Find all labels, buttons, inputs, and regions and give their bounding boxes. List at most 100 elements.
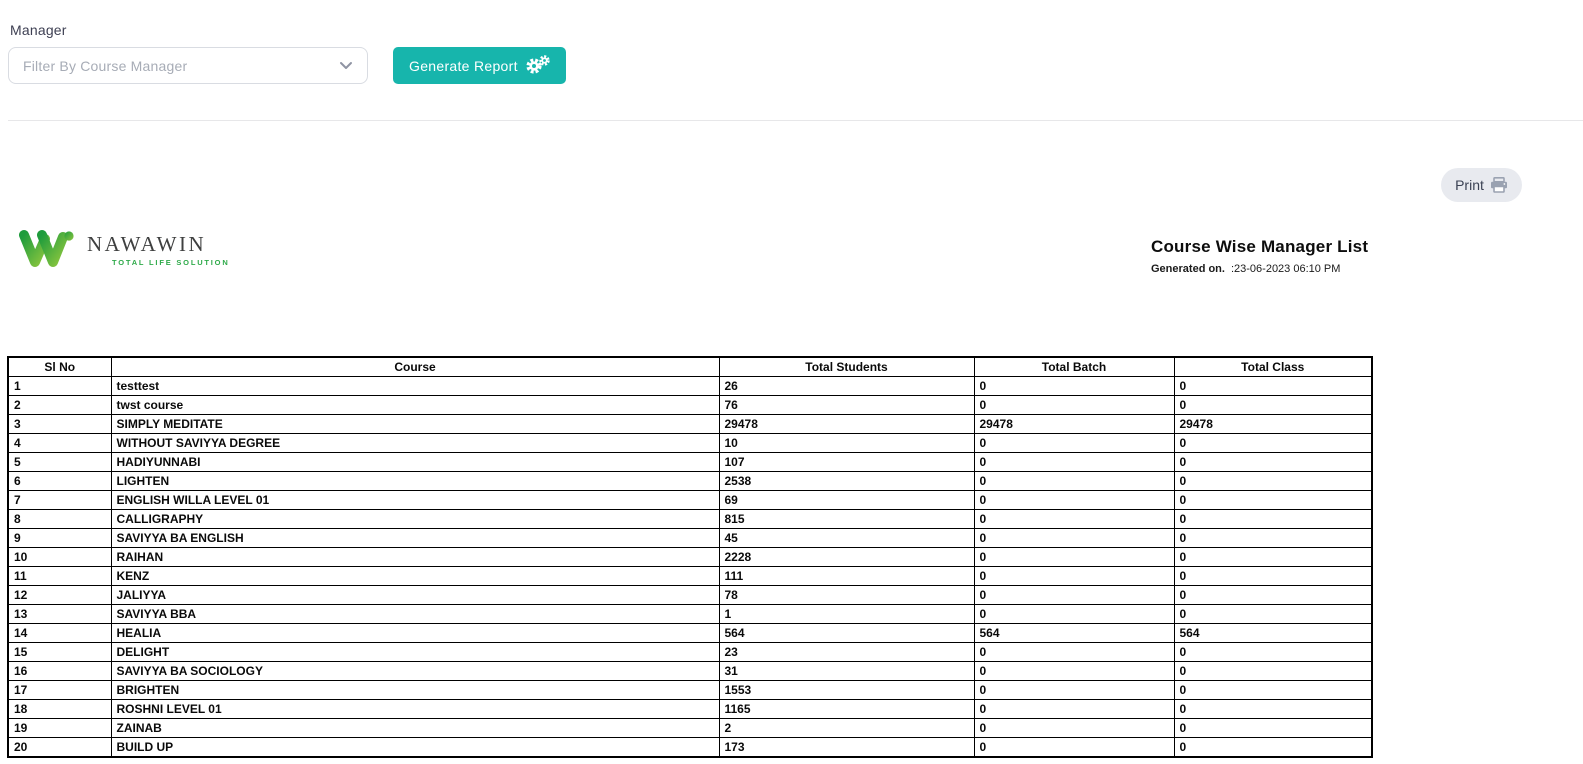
cell-sl-no: 13 [8, 605, 111, 624]
cell-sl-no: 10 [8, 548, 111, 567]
report-table-container: Sl No Course Total Students Total Batch … [7, 356, 1371, 758]
cell-total-batch: 0 [974, 396, 1174, 415]
cell-course: WITHOUT SAVIYYA DEGREE [111, 434, 719, 453]
table-row: 11KENZ11100 [8, 567, 1372, 586]
cell-total-class: 0 [1174, 396, 1372, 415]
table-row: 13SAVIYYA BBA100 [8, 605, 1372, 624]
course-manager-select[interactable]: Filter By Course Manager [8, 47, 368, 84]
cell-total-students: 2538 [719, 472, 974, 491]
manager-filter-label: Manager [10, 22, 67, 38]
cell-sl-no: 7 [8, 491, 111, 510]
print-button[interactable]: Print [1441, 168, 1522, 202]
cell-sl-no: 16 [8, 662, 111, 681]
generated-on-value: :23-06-2023 06:10 PM [1231, 263, 1340, 275]
cell-course: SAVIYYA BA SOCIOLOGY [111, 662, 719, 681]
table-row: 5HADIYUNNABI10700 [8, 453, 1372, 472]
cell-sl-no: 20 [8, 738, 111, 758]
cell-course: ROSHNI LEVEL 01 [111, 700, 719, 719]
cell-total-class: 0 [1174, 434, 1372, 453]
cell-course: RAIHAN [111, 548, 719, 567]
generate-report-button[interactable]: Generate Report [393, 47, 566, 84]
cell-total-students: 26 [719, 377, 974, 396]
course-wise-manager-table: Sl No Course Total Students Total Batch … [7, 356, 1373, 758]
header-sl-no: Sl No [8, 357, 111, 377]
table-row: 10RAIHAN222800 [8, 548, 1372, 567]
cell-course: ZAINAB [111, 719, 719, 738]
cell-sl-no: 8 [8, 510, 111, 529]
cell-total-batch: 0 [974, 586, 1174, 605]
course-manager-select-placeholder: Filter By Course Manager [23, 58, 187, 74]
cell-total-batch: 0 [974, 510, 1174, 529]
cell-course: ENGLISH WILLA LEVEL 01 [111, 491, 719, 510]
table-row: 20BUILD UP17300 [8, 738, 1372, 758]
table-row: 15DELIGHT2300 [8, 643, 1372, 662]
cell-total-batch: 0 [974, 681, 1174, 700]
generate-report-label: Generate Report [409, 58, 518, 74]
cell-total-students: 45 [719, 529, 974, 548]
cell-sl-no: 4 [8, 434, 111, 453]
cell-total-class: 0 [1174, 567, 1372, 586]
cell-sl-no: 9 [8, 529, 111, 548]
cell-total-batch: 0 [974, 491, 1174, 510]
cell-total-class: 0 [1174, 529, 1372, 548]
table-row: 3SIMPLY MEDITATE294782947829478 [8, 415, 1372, 434]
cell-sl-no: 2 [8, 396, 111, 415]
cell-total-class: 0 [1174, 586, 1372, 605]
cell-sl-no: 19 [8, 719, 111, 738]
report-title: Course Wise Manager List [1151, 237, 1368, 257]
cell-total-class: 0 [1174, 491, 1372, 510]
cell-sl-no: 14 [8, 624, 111, 643]
cell-total-batch: 0 [974, 605, 1174, 624]
table-row: 8CALLIGRAPHY81500 [8, 510, 1372, 529]
cell-course: BRIGHTEN [111, 681, 719, 700]
cell-course: HADIYUNNABI [111, 453, 719, 472]
header-total-students: Total Students [719, 357, 974, 377]
cell-total-students: 1553 [719, 681, 974, 700]
header-course: Course [111, 357, 719, 377]
table-row: 18ROSHNI LEVEL 01116500 [8, 700, 1372, 719]
cell-sl-no: 18 [8, 700, 111, 719]
cell-sl-no: 11 [8, 567, 111, 586]
section-divider [8, 120, 1583, 121]
cell-course: testtest [111, 377, 719, 396]
cell-total-students: 815 [719, 510, 974, 529]
cell-sl-no: 17 [8, 681, 111, 700]
cell-total-batch: 564 [974, 624, 1174, 643]
cell-total-students: 23 [719, 643, 974, 662]
cell-total-class: 0 [1174, 719, 1372, 738]
chevron-down-icon [339, 61, 353, 70]
table-row: 4WITHOUT SAVIYYA DEGREE1000 [8, 434, 1372, 453]
cell-total-class: 0 [1174, 738, 1372, 758]
cell-course: SAVIYYA BBA [111, 605, 719, 624]
cell-total-class: 0 [1174, 453, 1372, 472]
table-row: 16SAVIYYA BA SOCIOLOGY3100 [8, 662, 1372, 681]
cell-total-students: 76 [719, 396, 974, 415]
cell-total-batch: 0 [974, 377, 1174, 396]
report-table-body: 1testtest26002twst course76003SIMPLY MED… [8, 377, 1372, 758]
cell-total-batch: 0 [974, 700, 1174, 719]
table-header-row: Sl No Course Total Students Total Batch … [8, 357, 1372, 377]
cell-course: BUILD UP [111, 738, 719, 758]
table-row: 7ENGLISH WILLA LEVEL 016900 [8, 491, 1372, 510]
cell-course: JALIYYA [111, 586, 719, 605]
generated-on-line: Generated on. :23-06-2023 06:10 PM [1151, 263, 1368, 275]
cell-course: KENZ [111, 567, 719, 586]
table-row: 17BRIGHTEN155300 [8, 681, 1372, 700]
cell-total-class: 0 [1174, 510, 1372, 529]
cell-total-class: 0 [1174, 377, 1372, 396]
header-total-batch: Total Batch [974, 357, 1174, 377]
cell-course: twst course [111, 396, 719, 415]
table-row: 19ZAINAB200 [8, 719, 1372, 738]
cell-total-students: 31 [719, 662, 974, 681]
table-row: 12JALIYYA7800 [8, 586, 1372, 605]
cell-course: DELIGHT [111, 643, 719, 662]
header-total-class: Total Class [1174, 357, 1372, 377]
cell-total-students: 1165 [719, 700, 974, 719]
table-row: 1testtest2600 [8, 377, 1372, 396]
cell-sl-no: 5 [8, 453, 111, 472]
logo-company-name: NAWAWIN [87, 234, 230, 255]
generated-on-label: Generated on. [1151, 263, 1225, 275]
cell-total-batch: 0 [974, 738, 1174, 758]
cell-total-students: 29478 [719, 415, 974, 434]
cell-total-batch: 0 [974, 719, 1174, 738]
